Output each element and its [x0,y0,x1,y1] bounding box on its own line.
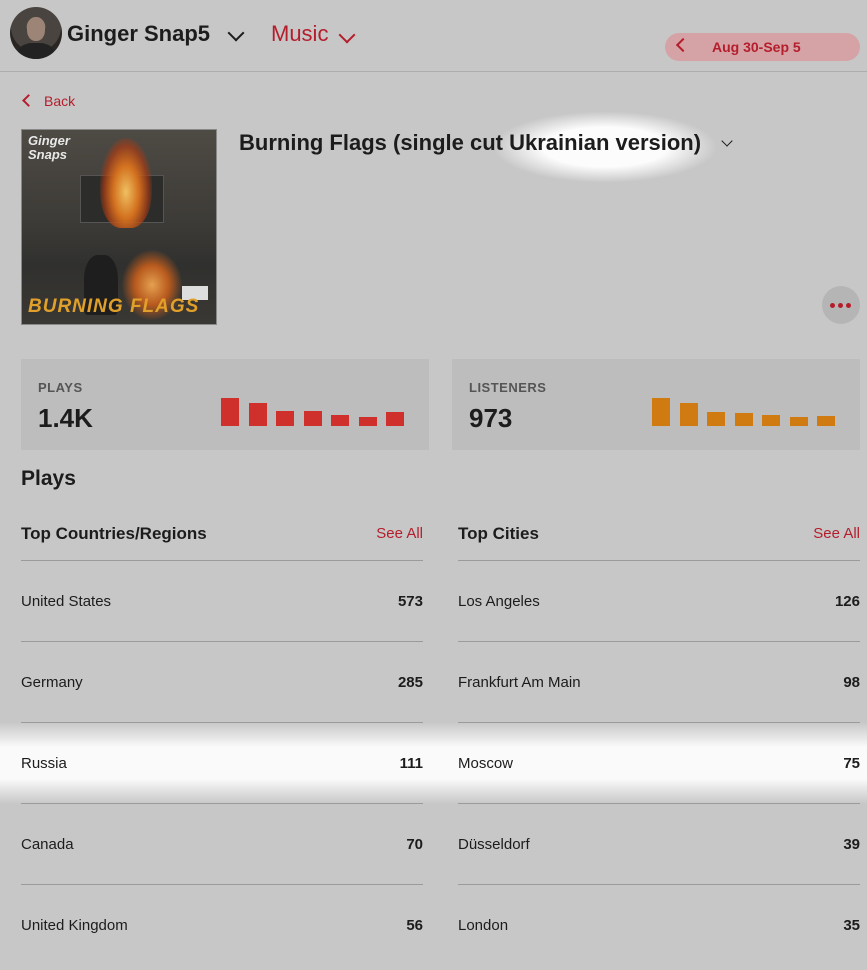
row-value: 573 [397,593,423,610]
chevron-down-icon[interactable] [227,24,245,42]
row-name: United States [21,593,112,610]
list-row[interactable]: Russia 111 [21,723,423,804]
cover-logo-text: Ginger Snaps [28,133,70,162]
trend-bar [817,416,835,426]
listeners-card[interactable]: LISTENERS 973 [452,359,860,450]
list-row[interactable]: United Kingdom 56 [21,885,423,965]
row-name: Russia [21,755,67,772]
row-name: Frankfurt Am Main [458,674,581,691]
see-all-cities-link[interactable]: See All [813,525,860,542]
trend-bar [679,403,698,426]
row-value: 75 [843,755,860,772]
row-name: United Kingdom [21,917,128,934]
trend-bar [707,412,725,426]
trend-bar [789,417,808,426]
listeners-value: 973 [469,403,513,433]
see-all-countries-link[interactable]: See All [376,525,423,542]
row-name: Los Angeles [458,593,540,610]
row-value: 35 [843,917,860,934]
chevron-left-icon [22,94,35,107]
list-header: Top Countries/Regions See All [21,517,423,561]
list-header: Top Cities See All [458,517,860,561]
plays-card[interactable]: PLAYS 1.4K [21,359,429,450]
row-name: Canada [21,836,74,853]
list-row[interactable]: United States 573 [21,561,423,642]
trend-bar [762,415,780,426]
more-options-button[interactable] [822,286,860,324]
back-button[interactable]: Back [20,93,90,111]
track-title[interactable]: Burning Flags (single cut Ukrainian vers… [239,130,701,156]
list-row[interactable]: Canada 70 [21,804,423,885]
trend-bar [358,417,377,426]
list-row[interactable]: Germany 285 [21,642,423,723]
plays-trend-chart [221,359,421,450]
list-row[interactable]: Frankfurt Am Main 98 [458,642,860,723]
trend-bar [248,403,267,426]
chevron-down-icon[interactable] [721,135,733,147]
plays-label: PLAYS [38,380,83,395]
list-row[interactable]: Moscow 75 [458,723,860,804]
section-menu[interactable]: Music [271,21,328,47]
row-value: 98 [843,674,860,691]
trend-bar [221,398,239,426]
trend-bar [331,415,349,426]
back-label: Back [44,93,76,109]
list-title: Top Countries/Regions [21,524,207,543]
section-title: Plays [21,467,76,490]
account-name[interactable]: Ginger Snap5 [67,21,210,47]
listeners-label: LISTENERS [469,380,547,395]
row-value: 111 [399,755,423,772]
list-row[interactable]: Düsseldorf 39 [458,804,860,885]
avatar[interactable] [10,7,62,59]
date-range-label[interactable]: Aug 30-Sep 5 [712,39,801,55]
chevron-down-icon[interactable] [338,26,356,44]
row-value: 126 [834,593,860,610]
row-name: Germany [21,674,83,691]
trend-bar [386,412,404,426]
plays-value: 1.4K [38,403,93,433]
row-value: 56 [406,917,423,934]
top-countries-list: Top Countries/Regions See All United Sta… [21,517,423,965]
listeners-trend-chart [652,359,852,450]
trend-bar [734,413,753,426]
cover-title-text: BURNING FLAGS [28,296,200,317]
list-row[interactable]: Los Angeles 126 [458,561,860,642]
row-value: 39 [843,836,860,853]
top-cities-list: Top Cities See All Los Angeles 126 Frankfu… [458,517,860,965]
row-name: London [458,917,509,934]
trend-bar [652,398,670,426]
row-name: Düsseldorf [458,836,530,853]
list-title: Top Cities [458,524,539,543]
album-cover: Ginger Snaps BURNING FLAGS [21,129,217,325]
row-value: 70 [406,836,423,853]
row-value: 285 [397,674,423,691]
top-bar: Ginger Snap5 Music Aug 30-Sep 5 [0,0,867,72]
list-row[interactable]: London 35 [458,885,860,965]
row-name: Moscow [458,755,514,772]
trend-bar [303,411,322,426]
trend-bar [276,411,294,426]
